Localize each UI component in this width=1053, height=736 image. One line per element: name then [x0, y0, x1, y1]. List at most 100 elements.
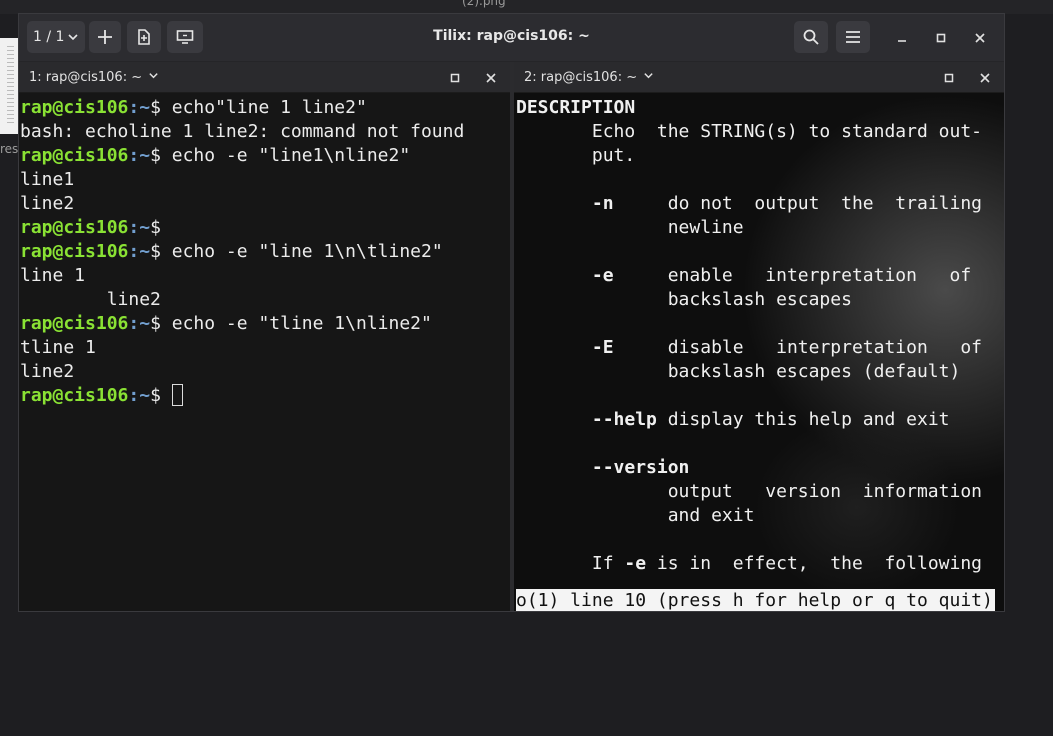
prompt-line: rap@cis106:~$ — [20, 216, 510, 240]
plus-icon — [97, 29, 113, 45]
man-text: If — [516, 553, 625, 574]
man-option: DESCRIPTION — [516, 97, 636, 118]
man-text: backslash escapes — [516, 289, 852, 310]
man-line: If -e is in effect, the following — [516, 552, 1004, 576]
sessions-sidebar-button[interactable] — [167, 21, 203, 53]
man-text: output version information — [516, 481, 982, 502]
output-line: line2 — [20, 192, 510, 216]
man-text: display this help and exit — [656, 409, 950, 430]
chevron-down-icon — [148, 69, 159, 85]
command-text: echo -e "line1\nline2" — [171, 145, 411, 166]
background-document-thumbnail — [0, 38, 18, 134]
main-menu-button[interactable] — [836, 21, 870, 53]
prompt-user: rap@cis106 — [20, 97, 129, 118]
terminal-1-close-button[interactable] — [484, 70, 498, 84]
output-line: tline 1 — [20, 336, 510, 360]
search-icon — [803, 29, 819, 45]
terminal-2-titlebar[interactable]: 2: rap@cis106: ~ — [514, 62, 1004, 93]
prompt-line: rap@cis106:~$ echo -e "tline 1\nline2" — [20, 312, 510, 336]
minimize-button[interactable] — [889, 25, 915, 51]
text-cursor — [171, 384, 183, 406]
output-text: line2 — [20, 193, 75, 214]
terminal-2-title[interactable]: 2: rap@cis106: ~ — [524, 69, 654, 85]
output-text: line1 — [20, 169, 75, 190]
prompt-user: rap@cis106 — [20, 313, 129, 334]
prompt-line: rap@cis106:~$ echo -e "line1\nline2" — [20, 144, 510, 168]
output-line: line2 — [20, 360, 510, 384]
man-text: Echo the STRING(s) to standard out- — [516, 121, 982, 142]
man-line: and exit — [516, 504, 1004, 528]
output-line: line 1 — [20, 264, 510, 288]
command-text: echo -e "tline 1\nline2" — [171, 313, 432, 334]
man-line: -e enable interpretation of — [516, 264, 1004, 288]
man-line: --help display this help and exit — [516, 408, 1004, 432]
prompt-symbol: $ — [150, 97, 172, 118]
prompt-line: rap@cis106:~$ — [20, 384, 510, 408]
session-switcher-button[interactable]: 1 / 1 — [27, 21, 85, 53]
maximize-button[interactable] — [928, 25, 954, 51]
man-text: disable interpretation of — [613, 337, 983, 358]
maximize-icon — [944, 68, 954, 87]
prompt-path: :~ — [128, 97, 151, 118]
background-label: res — [0, 142, 19, 156]
session-count: 1 / 1 — [33, 29, 65, 45]
terminal-1-title-text: 1: rap@cis106: ~ — [29, 69, 143, 85]
output-text: bash: echoline 1 line2: command not foun… — [20, 121, 465, 142]
terminal-2-maximize-button[interactable] — [942, 70, 956, 84]
terminal-1-title[interactable]: 1: rap@cis106: ~ — [29, 69, 159, 85]
monitor-icon — [176, 29, 194, 45]
chevron-down-icon — [643, 69, 654, 85]
man-text: backslash escapes (default) — [516, 361, 961, 382]
man-option: -n — [591, 193, 614, 214]
output-line: bash: echoline 1 line2: command not foun… — [20, 120, 510, 144]
man-text: and exit — [516, 505, 755, 526]
terminal-2-close-button[interactable] — [978, 70, 992, 84]
close-icon — [486, 68, 496, 87]
maximize-icon — [450, 68, 460, 87]
output-line: line2 — [20, 288, 510, 312]
terminal-pane-2[interactable]: 2: rap@cis106: ~ DESCRIPTION Echo the ST… — [514, 62, 1004, 611]
chevron-down-icon — [67, 31, 79, 43]
background-window-strip: (2).png — [0, 0, 1053, 14]
man-line: DESCRIPTION — [516, 96, 1004, 120]
prompt-line: rap@cis106:~$ echo -e "line 1\n\tline2" — [20, 240, 510, 264]
terminal-1-output[interactable]: rap@cis106:~$ echo"line 1 line2" bash: ec… — [20, 96, 510, 611]
man-line — [516, 384, 1004, 408]
terminal-pane-1[interactable]: 1: rap@cis106: ~ rap@cis106:~$ echo"line… — [19, 62, 510, 611]
man-text — [516, 337, 592, 358]
man-line — [516, 168, 1004, 192]
output-text: tline 1 — [20, 337, 96, 358]
prompt-path: :~ — [128, 385, 151, 406]
man-text — [516, 457, 592, 478]
man-option: --help — [591, 409, 657, 430]
search-button[interactable] — [794, 21, 828, 53]
man-line — [516, 528, 1004, 552]
terminal-1-maximize-button[interactable] — [448, 70, 462, 84]
command-text: echo -e "line 1\n\tline2" — [171, 241, 443, 262]
new-document-icon — [136, 29, 152, 45]
prompt-symbol: $ — [150, 217, 172, 238]
minimize-icon — [896, 29, 908, 48]
terminal-2-output[interactable]: DESCRIPTION Echo the STRING(s) to standa… — [516, 96, 1004, 611]
prompt-path: :~ — [128, 145, 151, 166]
terminal-1-titlebar[interactable]: 1: rap@cis106: ~ — [19, 62, 510, 93]
man-line: backslash escapes — [516, 288, 1004, 312]
man-text — [516, 193, 592, 214]
man-line: backslash escapes (default) — [516, 360, 1004, 384]
prompt-line: rap@cis106:~$ echo"line 1 line2" — [20, 96, 510, 120]
man-line: output version information — [516, 480, 1004, 504]
new-terminal-button[interactable] — [127, 21, 161, 53]
hamburger-menu-icon — [845, 30, 861, 44]
output-line: line1 — [20, 168, 510, 192]
close-window-button[interactable] — [967, 25, 993, 51]
prompt-user: rap@cis106 — [20, 241, 129, 262]
man-text — [516, 409, 592, 430]
man-line: -n do not output the trailing — [516, 192, 1004, 216]
man-text — [516, 265, 592, 286]
man-line: Echo the STRING(s) to standard out- — [516, 120, 1004, 144]
tilix-window: 1 / 1 Tilix: rap@cis106: ~ 1: rap@cis106… — [18, 13, 1005, 612]
add-session-button[interactable] — [89, 21, 121, 53]
man-line — [516, 312, 1004, 336]
man-option: -e — [591, 265, 614, 286]
terminal-2-title-text: 2: rap@cis106: ~ — [524, 69, 638, 85]
